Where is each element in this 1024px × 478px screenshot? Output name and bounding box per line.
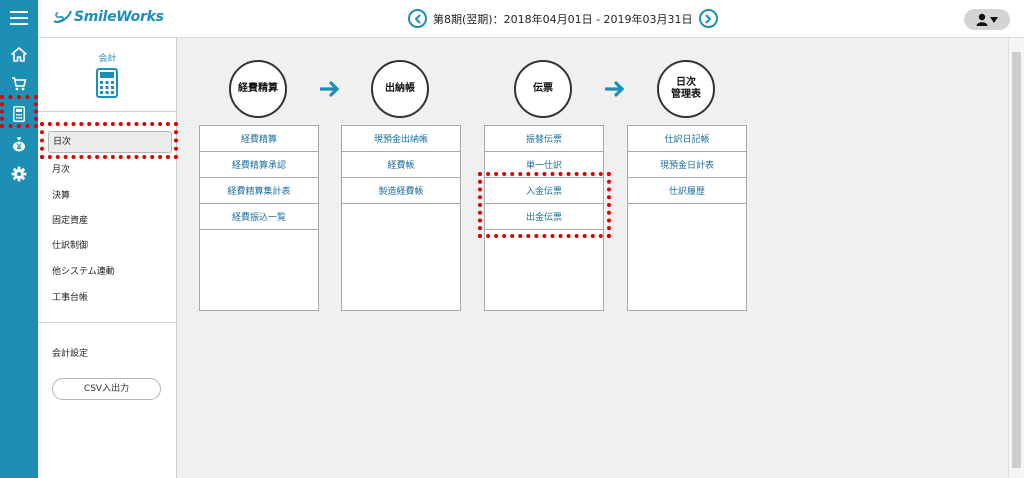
link-expense-transfer-list[interactable]: 経費振込一覧: [200, 204, 318, 230]
sidebar-divider: [38, 322, 177, 323]
smileworks-logo[interactable]: SmileWorks: [52, 9, 164, 25]
flow-column-expense: 経費精算 経費精算承認 経費精算集計表 経費振込一覧: [199, 125, 319, 311]
icon-rail: [0, 0, 38, 478]
prev-period-button[interactable]: [408, 9, 427, 28]
arrow-right-icon: [320, 81, 340, 97]
sidebar-item-monthly[interactable]: 月次: [52, 162, 70, 175]
link-expense-approval[interactable]: 経費精算承認: [200, 152, 318, 178]
logo-text: SmileWorks: [74, 9, 164, 25]
link-transfer-slip[interactable]: 振替伝票: [485, 126, 603, 152]
logo-swoosh-icon: [53, 10, 72, 23]
csv-import-export-button[interactable]: CSV入出力: [52, 378, 161, 400]
flow-step-title-line1: 日次: [676, 77, 696, 88]
gear-icon[interactable]: [0, 160, 38, 188]
user-icon: [976, 13, 988, 26]
flow-step-daily-reports: 日次 管理表: [657, 60, 715, 118]
flow-step-slips: 伝票: [514, 60, 572, 118]
sidebar-item-fixed-assets[interactable]: 固定資産: [52, 213, 88, 226]
link-receipt-slip[interactable]: 入金伝票: [485, 178, 603, 204]
link-cash-daily-summary[interactable]: 現預金日計表: [628, 152, 746, 178]
sidebar-item-daily[interactable]: 日次: [48, 131, 172, 153]
sidebar-item-journal-control[interactable]: 仕訳制御: [52, 238, 88, 251]
flow-step-title-line2: 管理表: [671, 89, 701, 100]
sidebar-item-construction-ledger[interactable]: 工事台帳: [52, 290, 88, 303]
menu-icon[interactable]: [0, 4, 38, 32]
chevron-right-icon: [705, 13, 712, 24]
flow-column-daily-reports: 仕訳日記帳 現預金日計表 仕訳履歴: [627, 125, 747, 311]
flow-step-expense: 経費精算: [229, 60, 287, 118]
app-header: SmileWorks 第8期(翌期)：2018年04月01日 - 2019年03…: [38, 0, 1024, 38]
vertical-scrollbar[interactable]: [1008, 38, 1024, 478]
link-expense-summary[interactable]: 経費精算集計表: [200, 178, 318, 204]
sidebar-item-closing[interactable]: 決算: [52, 188, 70, 201]
cart-icon[interactable]: [0, 70, 38, 98]
flow-column-slips: 振替伝票 単一仕訳 入金伝票 出金伝票: [484, 125, 604, 311]
period-label: 第8期(翌期)：2018年04月01日 - 2019年03月31日: [433, 12, 693, 26]
period-navigator: 第8期(翌期)：2018年04月01日 - 2019年03月31日: [408, 9, 718, 28]
caret-down-icon: [990, 16, 998, 23]
link-manufacturing-expense-book[interactable]: 製造経費帳: [342, 178, 460, 204]
next-period-button[interactable]: [698, 9, 718, 28]
link-expense-settlement[interactable]: 経費精算: [200, 126, 318, 152]
link-cash-deposit-book[interactable]: 現預金出納帳: [342, 126, 460, 152]
sidebar-title: 会計: [98, 54, 117, 64]
chevron-left-icon: [414, 13, 421, 24]
user-menu-button[interactable]: [964, 9, 1010, 30]
link-journal-daybook[interactable]: 仕訳日記帳: [628, 126, 746, 152]
yen-bag-icon[interactable]: [0, 130, 38, 158]
sidebar-divider: [38, 111, 177, 112]
scrollbar-thumb[interactable]: [1012, 52, 1021, 468]
accounting-sidebar: 会計 日次 月次 決算 固定資産 仕訳制御 他システム連動 工事台帳 会計設定 …: [38, 38, 177, 478]
sidebar-item-settings[interactable]: 会計設定: [52, 346, 88, 359]
link-single-journal[interactable]: 単一仕訳: [485, 152, 603, 178]
link-journal-history[interactable]: 仕訳履歴: [628, 178, 746, 204]
calculator-icon: [96, 68, 118, 102]
flow-step-cashbook: 出納帳: [371, 60, 429, 118]
flow-column-cashbook: 現預金出納帳 経費帳 製造経費帳: [341, 125, 461, 311]
home-icon[interactable]: [0, 40, 38, 68]
calculator-icon[interactable]: [0, 100, 38, 128]
main-content: 経費精算 経費精算 経費精算承認 経費精算集計表 経費振込一覧 出納帳 現預金出…: [177, 38, 1008, 478]
link-expense-book[interactable]: 経費帳: [342, 152, 460, 178]
arrow-right-icon: [605, 81, 625, 97]
sidebar-item-system-link[interactable]: 他システム連動: [52, 264, 115, 277]
link-payment-slip[interactable]: 出金伝票: [485, 204, 603, 230]
